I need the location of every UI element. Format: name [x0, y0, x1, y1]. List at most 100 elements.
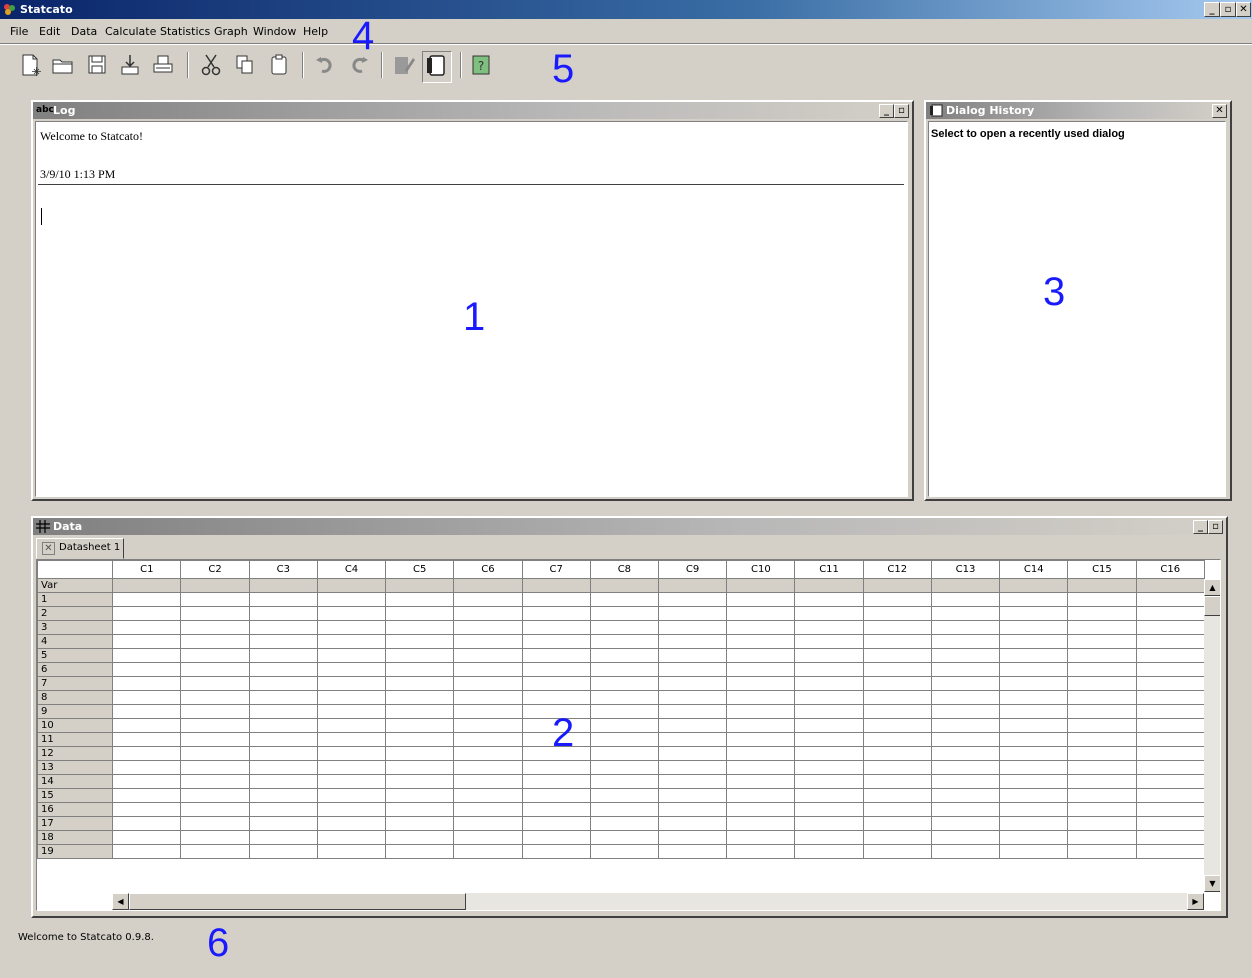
data-cell[interactable]: [1135, 620, 1206, 635]
data-cell[interactable]: [453, 844, 523, 859]
data-cell[interactable]: [657, 606, 728, 621]
data-cell[interactable]: [180, 746, 250, 761]
data-cell[interactable]: [385, 606, 455, 621]
data-cell[interactable]: [453, 718, 523, 733]
data-cell[interactable]: [453, 648, 523, 663]
column-header[interactable]: C6: [453, 560, 523, 579]
data-cell[interactable]: [316, 676, 387, 691]
data-cell[interactable]: [657, 690, 728, 705]
data-cell[interactable]: [248, 816, 318, 831]
data-cell[interactable]: [316, 690, 387, 705]
data-cell[interactable]: [180, 606, 250, 621]
data-cell[interactable]: [180, 648, 250, 663]
data-cell[interactable]: [1067, 704, 1137, 719]
row-header[interactable]: 14: [37, 774, 114, 789]
data-cell[interactable]: [657, 774, 728, 789]
data-cell[interactable]: [794, 774, 864, 789]
menu-file[interactable]: File: [10, 25, 28, 38]
column-header[interactable]: C12: [862, 560, 932, 579]
data-cell[interactable]: [930, 774, 1001, 789]
data-cell[interactable]: [316, 760, 387, 775]
data-cell[interactable]: [589, 774, 660, 789]
data-cell[interactable]: [657, 592, 728, 607]
data-cell[interactable]: [1067, 802, 1137, 817]
data-cell[interactable]: [862, 634, 932, 649]
data-cell[interactable]: [726, 732, 796, 747]
data-cell[interactable]: [589, 830, 660, 845]
data-cell[interactable]: [726, 690, 796, 705]
data-cell[interactable]: [180, 774, 250, 789]
data-cell[interactable]: [316, 802, 387, 817]
data-cell[interactable]: [453, 760, 523, 775]
data-cell[interactable]: [862, 648, 932, 663]
data-cell[interactable]: [999, 760, 1069, 775]
data-cell[interactable]: [726, 802, 796, 817]
data-cell[interactable]: [180, 718, 250, 733]
data-cell[interactable]: [1067, 690, 1137, 705]
data-cell[interactable]: [248, 620, 318, 635]
data-cell[interactable]: [180, 704, 250, 719]
data-cell[interactable]: [112, 774, 182, 789]
data-cell[interactable]: [999, 704, 1069, 719]
data-cell[interactable]: [862, 606, 932, 621]
data-cell[interactable]: [589, 788, 660, 803]
data-cell[interactable]: [1067, 746, 1137, 761]
data-cell[interactable]: [862, 676, 932, 691]
data-cell[interactable]: [1067, 620, 1137, 635]
data-cell[interactable]: [1135, 676, 1206, 691]
data-cell[interactable]: [248, 718, 318, 733]
data-cell[interactable]: [453, 690, 523, 705]
data-cell[interactable]: [726, 704, 796, 719]
var-name-cell[interactable]: [112, 578, 182, 593]
data-cell[interactable]: [726, 844, 796, 859]
paste-icon[interactable]: [266, 52, 292, 78]
row-header[interactable]: 3: [37, 620, 114, 635]
data-cell[interactable]: [453, 704, 523, 719]
data-cell[interactable]: [1067, 830, 1137, 845]
row-header[interactable]: 5: [37, 648, 114, 663]
maximize-button[interactable]: ▫: [1220, 2, 1236, 17]
data-cell[interactable]: [726, 718, 796, 733]
var-name-cell[interactable]: [862, 578, 932, 593]
data-cell[interactable]: [112, 802, 182, 817]
scroll-left-icon[interactable]: ◀: [112, 893, 129, 910]
data-cell[interactable]: [316, 718, 387, 733]
data-cell[interactable]: [589, 802, 660, 817]
data-cell[interactable]: [112, 606, 182, 621]
data-cell[interactable]: [930, 704, 1001, 719]
var-name-cell[interactable]: [453, 578, 523, 593]
menu-calculate[interactable]: Calculate: [105, 25, 156, 38]
row-header[interactable]: 8: [37, 690, 114, 705]
data-cell[interactable]: [521, 620, 591, 635]
column-header[interactable]: C10: [726, 560, 796, 579]
row-header[interactable]: 19: [37, 844, 114, 859]
var-name-cell[interactable]: [180, 578, 250, 593]
data-cell[interactable]: [657, 732, 728, 747]
data-cell[interactable]: [248, 704, 318, 719]
data-cell[interactable]: [385, 690, 455, 705]
data-cell[interactable]: [316, 634, 387, 649]
data-cell[interactable]: [1135, 816, 1206, 831]
data-cell[interactable]: [794, 732, 864, 747]
data-cell[interactable]: [862, 760, 932, 775]
data-cell[interactable]: [1067, 774, 1137, 789]
data-cell[interactable]: [930, 760, 1001, 775]
data-cell[interactable]: [589, 844, 660, 859]
data-cell[interactable]: [862, 746, 932, 761]
horizontal-scrollbar[interactable]: ◀ ▶: [112, 893, 1204, 910]
data-cell[interactable]: [112, 760, 182, 775]
data-cell[interactable]: [999, 844, 1069, 859]
data-cell[interactable]: [316, 746, 387, 761]
data-cell[interactable]: [794, 620, 864, 635]
data-cell[interactable]: [930, 788, 1001, 803]
data-cell[interactable]: [589, 760, 660, 775]
data-cell[interactable]: [521, 788, 591, 803]
data-cell[interactable]: [1135, 690, 1206, 705]
data-cell[interactable]: [248, 592, 318, 607]
data-cell[interactable]: [657, 844, 728, 859]
data-cell[interactable]: [1067, 634, 1137, 649]
data-cell[interactable]: [657, 662, 728, 677]
data-cell[interactable]: [999, 718, 1069, 733]
edit-dialog-icon[interactable]: [391, 52, 417, 78]
var-name-cell[interactable]: [930, 578, 1001, 593]
